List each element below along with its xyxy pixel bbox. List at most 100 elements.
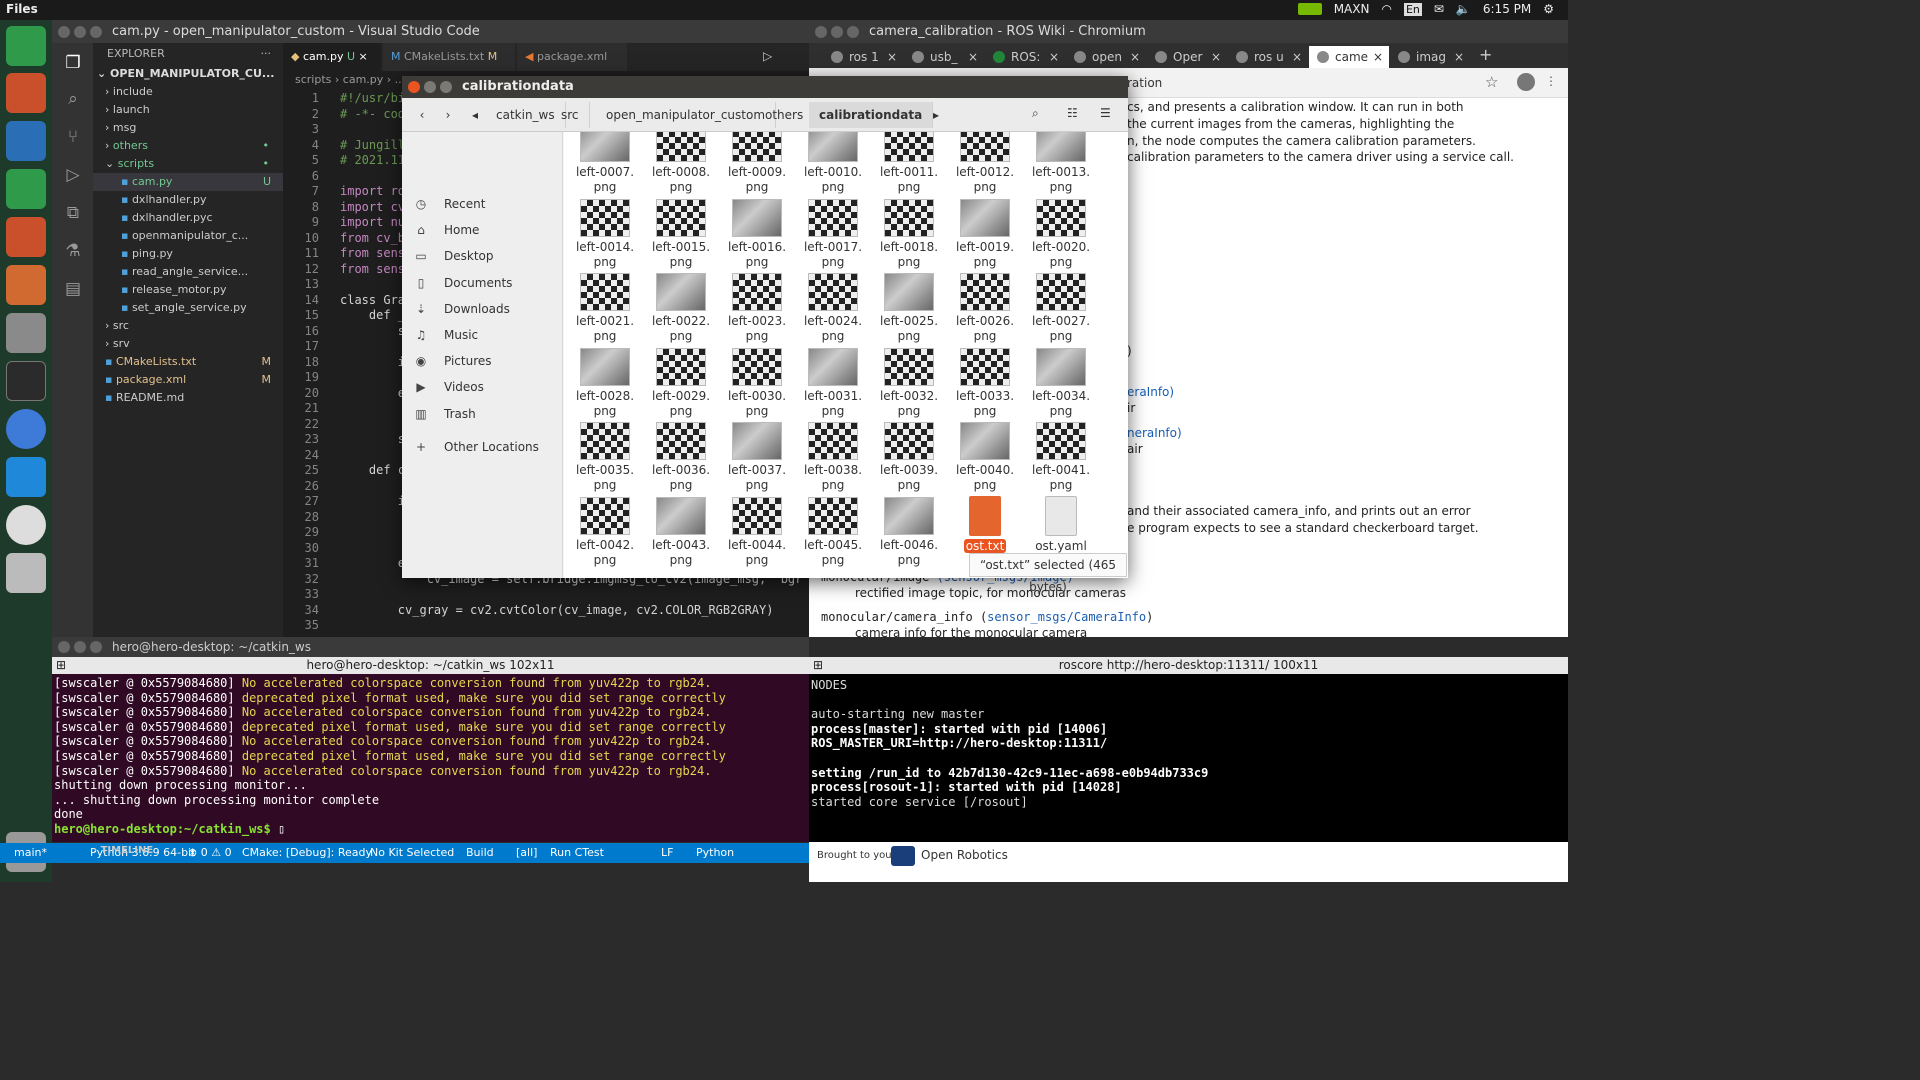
tree-item[interactable]: ▪ openmanipulator_c... [93, 227, 283, 245]
tab-cmakelists[interactable]: M CMakeLists.txt M [383, 43, 515, 71]
vscode-app-icon[interactable] [6, 457, 46, 497]
terminal-prompt[interactable]: hero@hero-desktop:~/catkin_ws$ ▯ [54, 822, 285, 837]
camera-info-link[interactable]: eraInfo) [1127, 385, 1174, 399]
software-updater-icon[interactable] [6, 505, 46, 545]
file-item-ost-yaml[interactable]: ost.yaml [1028, 496, 1094, 554]
browser-tab[interactable]: imag × [1390, 46, 1470, 68]
path-segment-calibrationdata[interactable]: calibrationdata [809, 102, 934, 128]
drive-icon[interactable] [6, 553, 46, 593]
place-music[interactable]: ♫ Music [416, 325, 479, 345]
software-center-icon[interactable] [6, 265, 46, 305]
file-item[interactable]: left-0012. png [952, 132, 1018, 195]
place-documents[interactable]: ▯ Documents [418, 273, 513, 293]
org-name[interactable]: Open Robotics [921, 848, 1008, 862]
terminal-app-icon[interactable] [6, 361, 46, 401]
forward-button[interactable]: › [436, 102, 460, 128]
file-item[interactable]: left-0035. png [572, 422, 638, 493]
tree-item[interactable]: › msg [93, 119, 283, 137]
status-item[interactable]: [all] [516, 846, 537, 859]
close-window-button[interactable] [408, 81, 420, 93]
file-item[interactable]: left-0008. png [648, 132, 714, 195]
tree-item[interactable]: › src [93, 317, 283, 335]
menu-icon[interactable]: ☰ [1100, 106, 1111, 120]
place-videos[interactable]: ▶ Videos [416, 377, 484, 397]
status-item[interactable]: ⊗ 0 ⚠ 0 [188, 846, 232, 859]
search-icon[interactable]: ⌕ [1032, 106, 1039, 121]
split-icon[interactable]: ⊞ [56, 657, 66, 674]
source-control-icon[interactable]: ⑂ [62, 127, 84, 149]
menu-icon[interactable]: ⋮ [1545, 74, 1557, 88]
maximize-window-button[interactable] [90, 641, 102, 653]
profile-icon[interactable] [1517, 73, 1535, 91]
search-icon[interactable]: ⌕ [62, 89, 84, 111]
writer-app-icon[interactable] [6, 121, 46, 161]
file-item[interactable]: left-0014. png [572, 198, 638, 270]
maximize-window-button[interactable] [847, 26, 859, 38]
split-icon[interactable]: ⊞ [813, 657, 823, 674]
tree-item[interactable]: ▪ cam.py U [93, 173, 283, 191]
path-segment-open_manipulator_custom[interactable]: open_manipulator_custom [596, 102, 777, 128]
close-icon[interactable]: × [1130, 46, 1140, 68]
file-item[interactable]: left-0041. png [1028, 422, 1094, 493]
impress-app-icon[interactable] [6, 217, 46, 257]
url-text[interactable]: ration [1127, 76, 1162, 90]
file-item[interactable]: left-0020. png [1028, 198, 1094, 270]
file-item[interactable]: left-0031. png [800, 347, 866, 419]
file-item[interactable]: left-0027. png [1028, 273, 1094, 344]
file-item[interactable]: left-0021. png [572, 273, 638, 344]
tab-package-xml[interactable]: ◀ package.xml M [517, 43, 627, 91]
file-item[interactable]: left-0036. png [648, 422, 714, 493]
terminal-output[interactable]: [swscaler @ 0x5579084680] No accelerated… [52, 674, 809, 842]
file-item[interactable]: left-0019. png [952, 198, 1018, 270]
file-item[interactable]: left-0033. png [952, 347, 1018, 419]
minimize-window-button[interactable] [831, 26, 843, 38]
file-item[interactable]: left-0037. png [724, 422, 790, 493]
roscore-terminal[interactable]: ⊞ roscore http://hero-desktop:11311/ 100x… [809, 637, 1568, 882]
status-item[interactable]: main* [14, 846, 47, 859]
path-scroll-right-icon[interactable]: ▸ [933, 108, 939, 122]
place-pictures[interactable]: ◉ Pictures [416, 351, 492, 371]
new-tab-icon[interactable]: + [1479, 45, 1492, 64]
tree-item[interactable]: ▪ set_angle_service.py [93, 299, 283, 317]
file-item[interactable]: left-0038. png [800, 422, 866, 493]
path-scroll-left-icon[interactable]: ◂ [472, 108, 478, 122]
place-other-locations[interactable]: + Other Locations [416, 437, 539, 457]
terminal-output[interactable]: NODES auto-starting new master process[mas… [809, 674, 1568, 844]
place-recent[interactable]: ◷ Recent [416, 194, 486, 214]
extensions-icon[interactable]: ⧉ [62, 203, 84, 225]
file-item[interactable]: left-0044. png [724, 496, 790, 568]
file-item[interactable]: left-0018. png [876, 198, 942, 270]
file-item[interactable]: left-0043. png [648, 496, 714, 568]
view-toggle-icon[interactable]: ☷ [1067, 106, 1078, 120]
file-item[interactable]: left-0030. png [724, 347, 790, 419]
maximize-window-button[interactable] [90, 26, 102, 38]
file-item[interactable]: left-0013. png [1028, 132, 1094, 195]
file-item[interactable]: left-0024. png [800, 273, 866, 344]
minimize-window-button[interactable] [424, 81, 436, 93]
timeline-header[interactable]: › TIMELINE [93, 845, 153, 856]
camera-info-link[interactable]: neraInfo) [1127, 426, 1182, 440]
tree-item[interactable]: › include [93, 83, 283, 101]
status-item[interactable]: Run CTest [550, 846, 604, 859]
file-item[interactable]: left-0045. png [800, 496, 866, 568]
tree-item[interactable]: › others • [93, 137, 283, 155]
tree-item[interactable]: ▪ CMakeLists.txt M [93, 353, 283, 371]
file-item[interactable]: left-0017. png [800, 198, 866, 270]
bookmark-star-icon[interactable]: ☆ [1485, 73, 1498, 91]
tree-item[interactable]: › srv [93, 335, 283, 353]
close-icon[interactable]: × [1454, 46, 1464, 68]
tree-item[interactable]: ▪ README.md [93, 389, 283, 407]
file-item[interactable]: left-0015. png [648, 198, 714, 270]
tree-item[interactable]: ▪ ping.py [93, 245, 283, 263]
place-home[interactable]: ⌂ Home [417, 220, 479, 240]
minimize-window-button[interactable] [74, 26, 86, 38]
close-icon[interactable]: × [1373, 46, 1383, 68]
file-item[interactable]: left-0034. png [1028, 347, 1094, 419]
place-downloads[interactable]: ⇣ Downloads [416, 299, 510, 319]
nvidia-icon[interactable] [1297, 3, 1322, 15]
file-item[interactable]: left-0010. png [800, 132, 866, 195]
power-mode-label[interactable]: MAXN [1334, 2, 1370, 16]
browser-tab[interactable]: Oper × [1147, 46, 1227, 68]
tree-item[interactable]: ▪ read_angle_service... [93, 263, 283, 281]
close-icon[interactable]: × [887, 46, 897, 68]
